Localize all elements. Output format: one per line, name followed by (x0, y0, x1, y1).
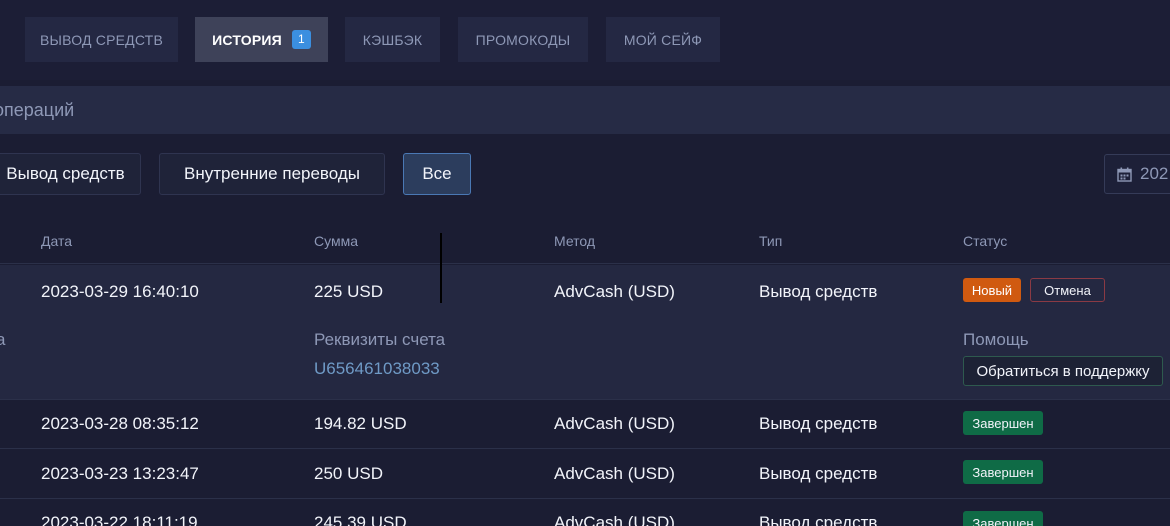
row-type: Вывод средств (759, 282, 878, 301)
table-row[interactable]: 2023-03-28 08:35:12 194.82 USD AdvCash (… (0, 399, 1170, 449)
filter-withdraw-label: Вывод средств (6, 164, 125, 183)
section-title: операций (0, 100, 75, 120)
column-status: Статус (963, 233, 1008, 249)
date-picker[interactable]: 202 (1104, 154, 1170, 194)
row-date: 2023-03-22 18:11:19 (41, 513, 198, 526)
tab-promocodes[interactable]: Промокоды (458, 17, 588, 62)
tab-history[interactable]: История 1 (195, 17, 328, 62)
row-type: Вывод средств (759, 464, 878, 483)
tab-promocodes-label: Промокоды (475, 31, 571, 48)
detail-label-truncated: а (0, 330, 6, 349)
row-date: 2023-03-23 13:23:47 (41, 464, 199, 483)
row-amount: 250 USD (314, 464, 383, 483)
contact-support-label: Обратиться в поддержку (976, 362, 1150, 380)
contact-support-button[interactable]: Обратиться в поддержку (963, 356, 1163, 386)
account-details-value: U656461038033 (314, 359, 440, 378)
filter-withdraw-button[interactable]: Вывод средств (0, 153, 141, 195)
cancel-button[interactable]: Отмена (1030, 278, 1105, 302)
table-row[interactable]: 2023-03-23 13:23:47 250 USD AdvCash (USD… (0, 449, 1170, 499)
column-date: Дата (41, 233, 73, 249)
row-date: 2023-03-28 08:35:12 (41, 414, 199, 433)
table-header: Дата Сумма Метод Тип Статус (0, 216, 1170, 264)
row-date: 2023-03-29 16:40:10 (41, 282, 199, 301)
row-type: Вывод средств (759, 513, 878, 526)
tabs-bar: Вывод средств История 1 Кэшбэк Промокоды… (0, 0, 1170, 80)
text-cursor (440, 233, 442, 303)
row-type: Вывод средств (759, 414, 878, 433)
filter-all-button[interactable]: Все (403, 153, 471, 195)
tab-safe-label: Мой сейф (623, 31, 703, 48)
row-amount: 194.82 USD (314, 414, 407, 433)
filter-internal-button[interactable]: Внутренние переводы (159, 153, 385, 195)
column-amount: Сумма (314, 233, 358, 249)
tab-safe[interactable]: Мой сейф (606, 17, 720, 62)
calendar-icon (1117, 167, 1132, 182)
row-method: AdvCash (USD) (554, 414, 675, 433)
section-header: операций (0, 86, 1170, 134)
status-badge-completed: Завершен (963, 411, 1043, 435)
column-method: Метод (554, 233, 596, 249)
row-amount: 225 USD (314, 282, 383, 301)
tab-cashback-label: Кэшбэк (362, 31, 423, 48)
filter-internal-label: Внутренние переводы (183, 164, 360, 183)
tab-history-label: История (212, 31, 282, 48)
tab-withdraw-label: Вывод средств (40, 31, 163, 48)
row-method: AdvCash (USD) (554, 282, 675, 301)
help-label: Помощь (963, 330, 1029, 349)
table-row-expanded[interactable]: 2023-03-29 16:40:10 225 USD AdvCash (USD… (0, 265, 1170, 400)
date-picker-value: 202 (1140, 164, 1169, 183)
column-type: Тип (759, 233, 783, 249)
status-badge-new: Новый (963, 278, 1021, 302)
filter-all-label: Все (422, 164, 452, 183)
account-details-label: Реквизиты счета (314, 330, 446, 349)
status-badge-completed: Завершен (963, 460, 1043, 484)
tab-withdraw[interactable]: Вывод средств (25, 17, 178, 62)
status-badge-completed: Завершен (963, 511, 1043, 526)
row-method: AdvCash (USD) (554, 513, 675, 526)
tab-cashback[interactable]: Кэшбэк (345, 17, 440, 62)
table-row[interactable]: 2023-03-22 18:11:19 245.39 USD AdvCash (… (0, 499, 1170, 526)
row-amount: 245.39 USD (314, 513, 407, 526)
history-count-badge: 1 (291, 30, 311, 49)
row-method: AdvCash (USD) (554, 464, 675, 483)
